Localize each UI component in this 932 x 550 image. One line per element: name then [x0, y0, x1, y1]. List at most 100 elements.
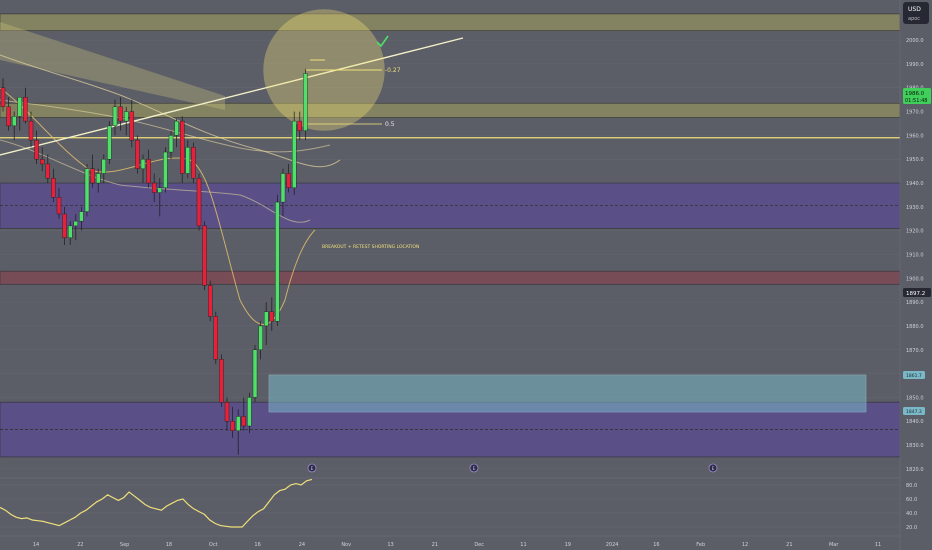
candle-body[interactable] — [62, 213, 67, 239]
event-marker-label: E — [712, 466, 715, 472]
event-marker-label: E — [473, 466, 476, 472]
price-tick-label: 1900.0 — [906, 276, 924, 282]
candle-body[interactable] — [157, 187, 163, 193]
candle-body[interactable] — [247, 397, 252, 427]
chart-root: -0.27 0.5 BREAKOUT + RETEST SHORTING LOC… — [0, 0, 932, 550]
candle-body[interactable] — [241, 416, 247, 427]
zone-red-band[interactable] — [0, 270, 901, 285]
price-tick-label: 1990.0 — [906, 62, 924, 68]
candle-body[interactable] — [163, 151, 168, 188]
candle-body[interactable] — [112, 106, 118, 127]
time-tick-label: Dec — [474, 542, 484, 548]
candle-body[interactable] — [297, 120, 302, 131]
candle-body[interactable] — [196, 178, 202, 227]
candle-body[interactable] — [135, 139, 140, 169]
price-tick-label: 1870.0 — [906, 348, 924, 354]
price-tick-label: 1960.0 — [906, 133, 924, 139]
price-tick-label: 1890.0 — [906, 300, 924, 306]
time-tick-label: 14 — [33, 542, 39, 548]
candle-body[interactable] — [28, 120, 34, 141]
candle-body[interactable] — [252, 349, 258, 398]
current-price-countdown: 01:51:48 — [905, 98, 927, 104]
zone-olive-mid[interactable] — [0, 102, 901, 118]
candle-body[interactable] — [207, 285, 213, 317]
time-tick-label: 16 — [653, 542, 659, 548]
candle-body[interactable] — [11, 116, 17, 127]
candle-body[interactable] — [129, 111, 135, 141]
candle-body[interactable] — [213, 316, 219, 360]
candle-body[interactable] — [23, 97, 28, 122]
candle-body[interactable] — [84, 168, 90, 212]
candle-body[interactable] — [303, 73, 308, 131]
price-tick-label: 1970.0 — [906, 110, 924, 116]
small-badge-value: 1861.7 — [906, 373, 922, 379]
candle-body[interactable] — [123, 111, 129, 122]
candle-body[interactable] — [292, 120, 297, 188]
candle-body[interactable] — [286, 173, 291, 188]
candle-body[interactable] — [269, 311, 274, 322]
time-tick-label: 22 — [77, 542, 83, 548]
small-badge-value: 1847.3 — [906, 409, 922, 415]
candle-body[interactable] — [235, 416, 241, 431]
candle-body[interactable] — [67, 225, 73, 239]
time-tick-label: 12 — [742, 542, 748, 548]
candle-body[interactable] — [230, 421, 235, 431]
candle-body[interactable] — [51, 178, 56, 198]
price-tick-label: 1940.0 — [906, 181, 924, 187]
time-tick-label: 21 — [432, 542, 438, 548]
candle-body[interactable] — [185, 147, 191, 174]
candlestick-chart[interactable]: -0.27 0.5 BREAKOUT + RETEST SHORTING LOC… — [0, 0, 932, 550]
price-tick-label: 1950.0 — [906, 157, 924, 163]
candle-body[interactable] — [191, 147, 196, 179]
candle-body[interactable] — [146, 159, 151, 184]
candle-body[interactable] — [168, 135, 174, 153]
candle-body[interactable] — [34, 139, 39, 160]
candle-body[interactable] — [95, 173, 101, 184]
candle-body[interactable] — [0, 87, 6, 108]
price-tick-label: 2000.0 — [906, 38, 924, 44]
candle-body[interactable] — [6, 106, 11, 127]
candle-body[interactable] — [151, 182, 157, 193]
annotation-text: BREAKOUT + RETEST SHORTING LOCATION — [322, 244, 419, 250]
zone-olive-top[interactable] — [0, 13, 901, 31]
time-tick-label: Sep — [120, 542, 129, 548]
price-tick-label: 1920.0 — [906, 229, 924, 235]
time-tick-label: Mar — [829, 542, 839, 548]
time-tick-label: 2024 — [606, 542, 619, 548]
time-tick-label: 13 — [387, 542, 393, 548]
candle-body[interactable] — [224, 401, 230, 422]
time-tick-label: 19 — [565, 542, 571, 548]
candle-body[interactable] — [45, 163, 50, 179]
price-tick-label: 1850.0 — [906, 395, 924, 401]
price-tick-label: 1910.0 — [906, 252, 924, 258]
candle-body[interactable] — [40, 159, 45, 165]
candle-body[interactable] — [73, 220, 79, 227]
candle-body[interactable] — [179, 120, 185, 174]
candle-body[interactable] — [258, 325, 263, 350]
candle-body[interactable] — [56, 197, 62, 215]
candle-body[interactable] — [219, 359, 224, 403]
current-price-value: 1986.0 — [905, 91, 925, 97]
candle-body[interactable] — [107, 125, 112, 160]
level-badge-value: 1897.2 — [906, 291, 925, 297]
time-tick-label: 18 — [166, 542, 172, 548]
candle-body[interactable] — [101, 159, 107, 174]
candle-body[interactable] — [90, 168, 95, 184]
rsi-tick-label: 80.0 — [906, 483, 917, 489]
candle-body[interactable] — [17, 97, 22, 117]
price-tick-label: 1830.0 — [906, 443, 924, 449]
candle-body[interactable] — [264, 311, 269, 327]
candle-body[interactable] — [118, 106, 123, 122]
candle-body[interactable] — [280, 173, 286, 203]
candle-body[interactable] — [275, 201, 280, 322]
currency-sub-label: apoc — [908, 16, 920, 22]
rsi-tick-label: 60.0 — [906, 497, 917, 503]
demand-box[interactable] — [268, 374, 867, 413]
candle-body[interactable] — [174, 120, 179, 136]
time-tick-label: 16 — [254, 542, 260, 548]
candle-body[interactable] — [79, 211, 84, 222]
candle-body[interactable] — [140, 159, 146, 169]
event-marker-label: E — [311, 466, 314, 472]
candle-body[interactable] — [202, 225, 207, 286]
fib-label-half: 0.5 — [385, 121, 395, 128]
